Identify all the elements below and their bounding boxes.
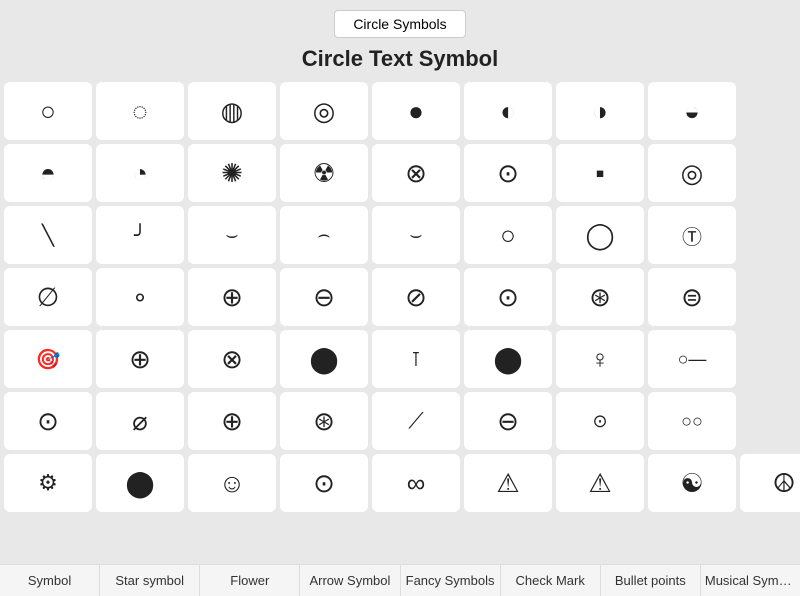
symbol-cell[interactable]: ⊖ bbox=[464, 392, 552, 450]
symbol-cell[interactable]: ⬤ bbox=[96, 454, 184, 512]
symbol-cell[interactable]: ⬤ bbox=[280, 330, 368, 388]
symbol-cell[interactable]: ◯ bbox=[556, 206, 644, 264]
symbol-cell[interactable]: ⌣ bbox=[188, 206, 276, 264]
bottom-nav: Symbol Star symbol Flower Arrow Symbol F… bbox=[0, 564, 800, 596]
symbol-cell[interactable]: ◑ bbox=[556, 82, 644, 140]
symbol-cell[interactable]: Ⓣ bbox=[648, 206, 736, 264]
symbol-row-6: ⚙ ⬤ ☺ ⊙ ∞ ⚠ ⚠ ☯ ☮ bbox=[4, 454, 796, 512]
symbol-row-0: ○ ◌ ◍ ◎ ● ◐ ◑ ◒ bbox=[4, 82, 796, 140]
symbol-cell[interactable]: ⊺ bbox=[372, 330, 460, 388]
symbol-cell[interactable]: 🎯 bbox=[4, 330, 92, 388]
symbol-cell[interactable]: ∞ bbox=[372, 454, 460, 512]
symbol-cell[interactable]: ○— bbox=[648, 330, 736, 388]
symbol-cell[interactable]: ⊕ bbox=[188, 268, 276, 326]
symbol-cell[interactable]: ⊕ bbox=[188, 392, 276, 450]
nav-item-arrow-symbol[interactable]: Arrow Symbol bbox=[300, 565, 400, 596]
symbol-cell[interactable]: ○ bbox=[4, 82, 92, 140]
symbol-cell[interactable]: ♀ bbox=[556, 330, 644, 388]
symbol-cell[interactable]: ⊜ bbox=[648, 268, 736, 326]
symbol-cell[interactable]: ⊖ bbox=[280, 268, 368, 326]
symbol-cell[interactable]: ⌢ bbox=[280, 206, 368, 264]
symbol-cell[interactable]: ☮ bbox=[740, 454, 800, 512]
nav-item-musical-symbols[interactable]: Musical Symbols bbox=[701, 565, 800, 596]
symbols-grid: ○ ◌ ◍ ◎ ● ◐ ◑ ◒ ◓ ◔ ✺ ☢ ⊗ ⊙ ▪ ◎ ╲ ╯ ⌣ ⌢ … bbox=[0, 82, 800, 512]
symbol-cell[interactable]: ⚠ bbox=[464, 454, 552, 512]
symbol-cell[interactable]: ☢ bbox=[280, 144, 368, 202]
symbol-cell[interactable]: ⚠ bbox=[556, 454, 644, 512]
symbol-cell[interactable]: ⌣ bbox=[372, 206, 460, 264]
nav-item-bullet-points[interactable]: Bullet points bbox=[601, 565, 701, 596]
symbol-cell[interactable]: ⊘ bbox=[372, 268, 460, 326]
symbol-cell[interactable]: ╯ bbox=[96, 206, 184, 264]
nav-item-flower[interactable]: Flower bbox=[200, 565, 300, 596]
symbol-cell[interactable]: ⊙ bbox=[464, 268, 552, 326]
symbol-row-4: 🎯 ⊕ ⊗ ⬤ ⊺ ⬤ ♀ ○— bbox=[4, 330, 796, 388]
symbol-cell[interactable]: ○ bbox=[464, 206, 552, 264]
symbol-row-2: ╲ ╯ ⌣ ⌢ ⌣ ○ ◯ Ⓣ bbox=[4, 206, 796, 264]
symbol-cell[interactable]: ○○ bbox=[648, 392, 736, 450]
symbol-cell[interactable]: ◍ bbox=[188, 82, 276, 140]
symbol-cell[interactable]: ⊗ bbox=[188, 330, 276, 388]
symbol-row-3: ∅ ∘ ⊕ ⊖ ⊘ ⊙ ⊛ ⊜ bbox=[4, 268, 796, 326]
nav-item-star-symbol[interactable]: Star symbol bbox=[100, 565, 200, 596]
symbol-cell[interactable]: ◒ bbox=[648, 82, 736, 140]
symbol-cell[interactable]: ⬤ bbox=[464, 330, 552, 388]
symbol-cell[interactable]: ◎ bbox=[648, 144, 736, 202]
symbol-cell[interactable]: ☯ bbox=[648, 454, 736, 512]
symbol-cell[interactable]: ⊛ bbox=[556, 268, 644, 326]
symbol-cell[interactable]: ◔ bbox=[96, 144, 184, 202]
symbol-cell[interactable]: ⊗ bbox=[372, 144, 460, 202]
symbol-cell[interactable]: ⟋ bbox=[372, 392, 460, 450]
top-bar: Circle Symbols bbox=[0, 0, 800, 46]
symbol-row-1: ◓ ◔ ✺ ☢ ⊗ ⊙ ▪ ◎ bbox=[4, 144, 796, 202]
symbol-cell[interactable]: ∅ bbox=[4, 268, 92, 326]
symbol-row-5: ⊙ ⌀ ⊕ ⊛ ⟋ ⊖ ⊙ ○○ bbox=[4, 392, 796, 450]
symbol-cell[interactable]: ⊕ bbox=[96, 330, 184, 388]
symbol-cell[interactable]: ╲ bbox=[4, 206, 92, 264]
symbol-cell[interactable]: ◌ bbox=[96, 82, 184, 140]
symbol-cell[interactable]: ◎ bbox=[280, 82, 368, 140]
circle-symbols-tab[interactable]: Circle Symbols bbox=[334, 10, 465, 38]
symbol-cell[interactable]: ▪ bbox=[556, 144, 644, 202]
symbol-cell[interactable]: ⊙ bbox=[556, 392, 644, 450]
nav-item-fancy-symbols[interactable]: Fancy Symbols bbox=[401, 565, 501, 596]
symbol-cell[interactable]: ☺ bbox=[188, 454, 276, 512]
page-title: Circle Text Symbol bbox=[0, 46, 800, 72]
symbol-cell[interactable]: ◓ bbox=[4, 144, 92, 202]
nav-item-check-mark[interactable]: Check Mark bbox=[501, 565, 601, 596]
symbol-cell[interactable]: ⌀ bbox=[96, 392, 184, 450]
symbol-cell[interactable]: ⊙ bbox=[464, 144, 552, 202]
symbol-cell[interactable]: ◐ bbox=[464, 82, 552, 140]
nav-item-symbol[interactable]: Symbol bbox=[0, 565, 100, 596]
symbol-cell[interactable]: ⚙ bbox=[4, 454, 92, 512]
symbol-cell[interactable]: ⊛ bbox=[280, 392, 368, 450]
symbol-cell[interactable]: ∘ bbox=[96, 268, 184, 326]
symbol-cell[interactable]: ✺ bbox=[188, 144, 276, 202]
symbol-cell[interactable]: ● bbox=[372, 82, 460, 140]
symbol-cell[interactable]: ⊙ bbox=[280, 454, 368, 512]
symbol-cell[interactable]: ⊙ bbox=[4, 392, 92, 450]
